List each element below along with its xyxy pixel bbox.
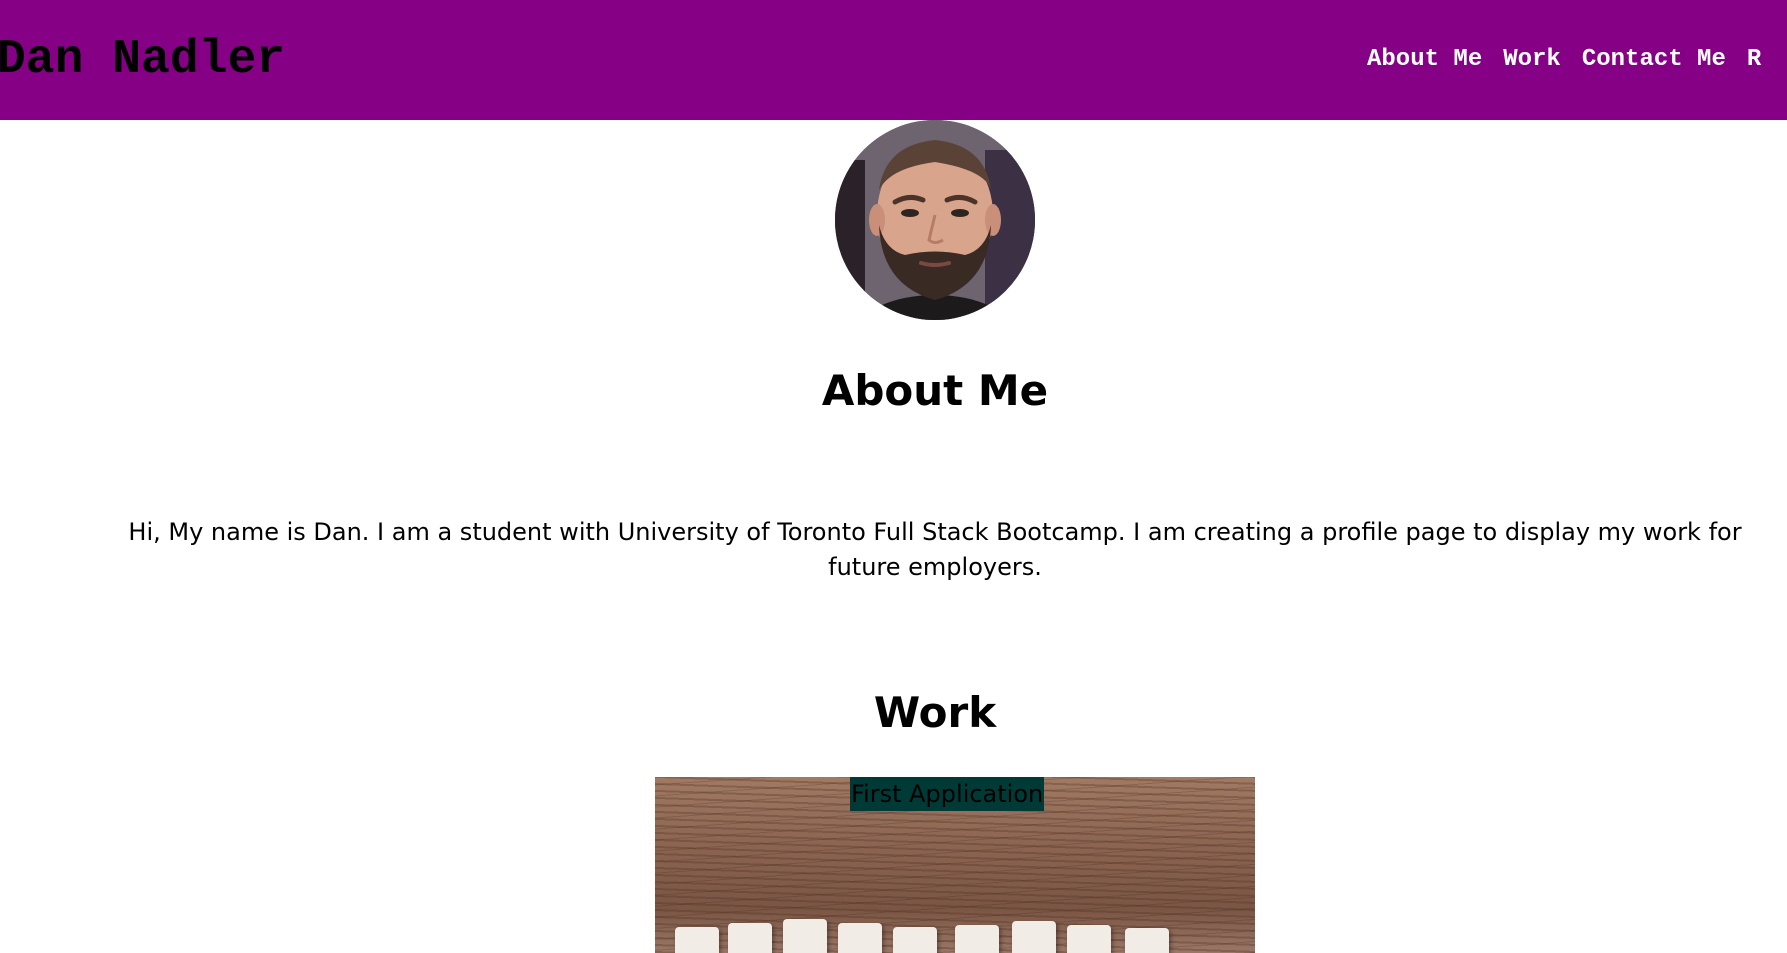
domino-image-piece [955, 925, 999, 953]
domino-image-piece [783, 919, 827, 953]
nav-link-about-me[interactable]: About Me [1367, 46, 1482, 73]
domino-image-piece [838, 923, 882, 953]
profile-avatar [835, 120, 1035, 320]
domino-image-piece [893, 927, 937, 953]
about-me-text: Hi, My name is Dan. I am a student with … [128, 518, 1742, 581]
nav-link-work[interactable]: Work [1503, 46, 1561, 73]
site-header: Dan Nadler About Me Work Contact Me R [0, 0, 1787, 120]
site-name: Dan Nadler [0, 33, 286, 87]
project-card-first-application[interactable]: First Application [655, 777, 1255, 953]
domino-image-piece [1067, 925, 1111, 953]
work-heading: Work [873, 688, 997, 737]
domino-image-piece [675, 927, 719, 953]
nav-link-cutoff[interactable]: R [1747, 46, 1761, 73]
profile-photo-icon [835, 120, 1035, 320]
domino-image-piece [728, 923, 772, 953]
nav-link-contact-me[interactable]: Contact Me [1582, 46, 1726, 73]
main-nav: About Me Work Contact Me R [1367, 44, 1782, 76]
about-me-heading: About Me [821, 366, 1049, 415]
domino-image-piece [1012, 921, 1056, 953]
domino-image-piece [1125, 928, 1169, 953]
project-title[interactable]: First Application [850, 777, 1045, 811]
